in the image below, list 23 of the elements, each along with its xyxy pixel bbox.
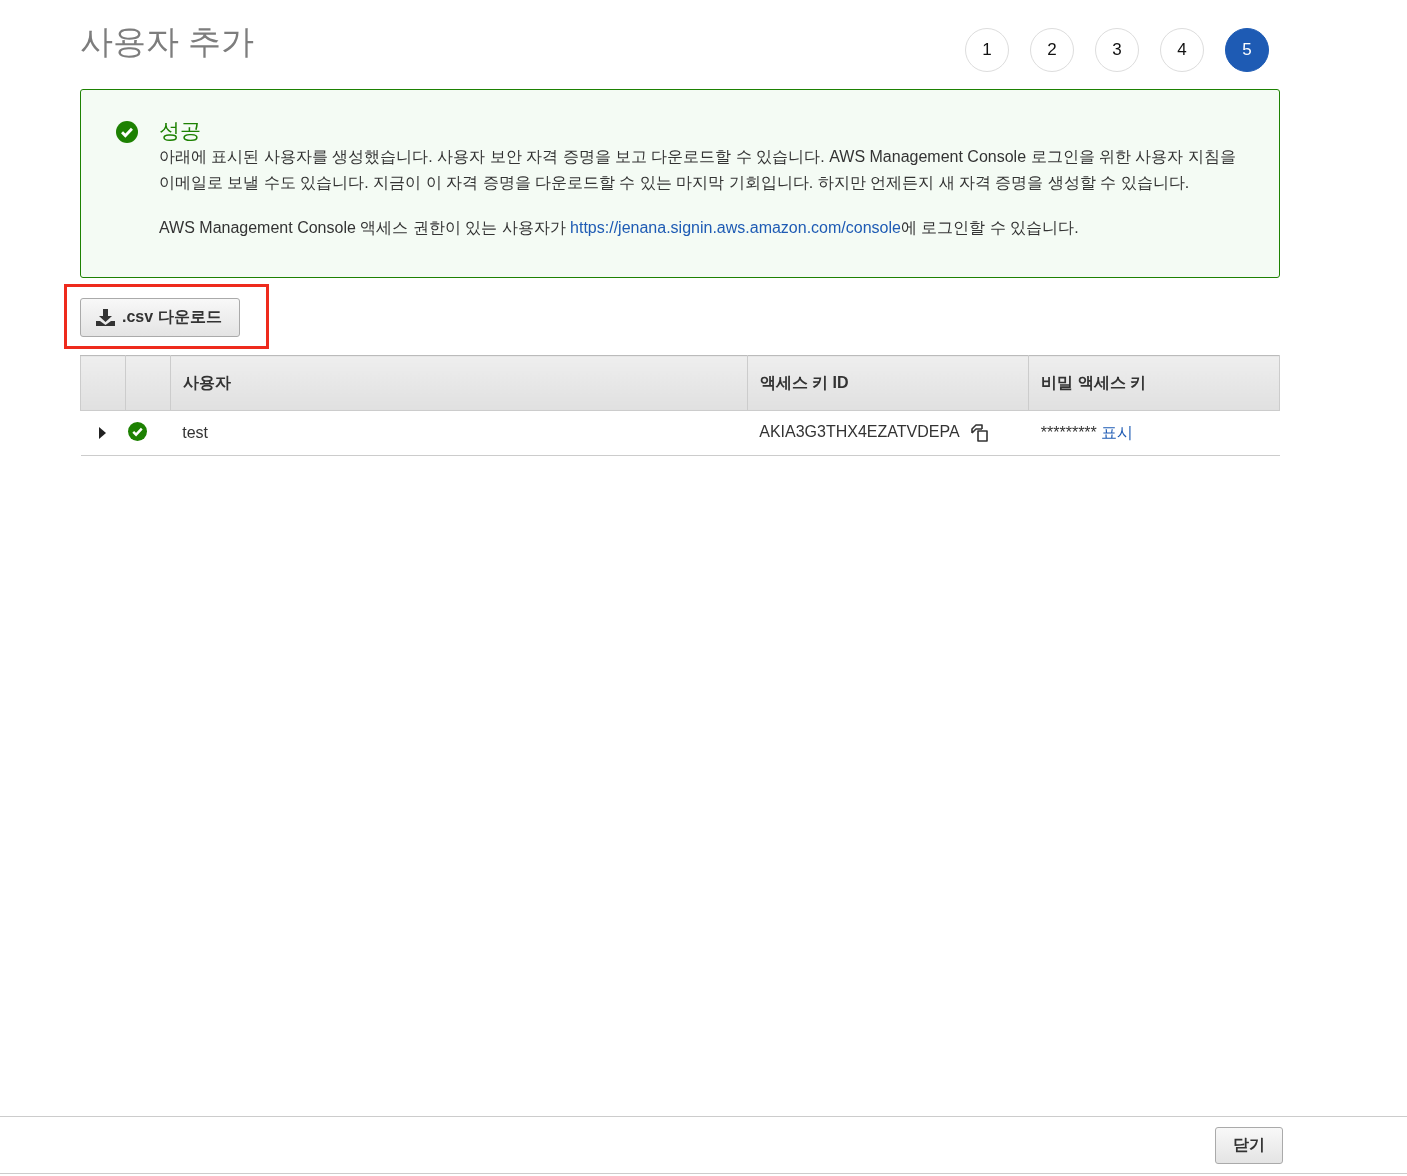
expand-caret-icon[interactable] xyxy=(99,427,107,439)
alert-message: 아래에 표시된 사용자를 생성했습니다. 사용자 보안 자격 증명을 보고 다운로드할 수 있습니다. AWS Management Console 로그인을 위한 사용자 지침을 이메일로 보낼 수도 있습니다. 지금이 이 자격 증명을 다운로드할 수 있는 마지막 기회입니다. 하지만 언제든지 새 자격 증명을 생성할 수 있습니다. xyxy=(159,147,1237,193)
page-title: 사용자 추가 xyxy=(80,22,255,62)
secret-key-mask: ********* xyxy=(1040,423,1097,441)
column-header: 사용자 xyxy=(182,373,231,391)
close-button[interactable]: 닫기 xyxy=(1215,1126,1283,1164)
show-secret-link[interactable]: 표시 xyxy=(1101,423,1134,441)
access-key-id: AKIA3G3THX4EZATVDEPA xyxy=(759,423,960,441)
step-indicator: 5 xyxy=(1225,28,1269,72)
step-indicator: 4 xyxy=(1160,28,1204,72)
step-indicator: 2 xyxy=(1030,28,1074,72)
column-header: 비밀 액세스 키 xyxy=(1041,373,1147,391)
download-icon xyxy=(96,309,115,326)
step-indicator: 3 xyxy=(1095,28,1139,72)
copy-icon[interactable] xyxy=(969,423,990,443)
success-check-icon xyxy=(116,121,138,143)
alert-title: 성공 xyxy=(159,118,202,144)
column-header: 액세스 키 ID xyxy=(759,373,849,391)
console-link[interactable]: https://jenana.signin.aws.amazon.com/console xyxy=(570,219,901,236)
csv-download-button[interactable]: .csv 다운로드 xyxy=(80,298,240,337)
step-indicator: 1 xyxy=(965,28,1009,72)
console-sign-in-note: AWS Management Console 액세스 권한이 있는 사용자가 https://jenana.signin.aws.amazon.com/console에 로그인할 수 있습니다. xyxy=(159,218,1080,238)
user-name: test xyxy=(182,424,209,441)
